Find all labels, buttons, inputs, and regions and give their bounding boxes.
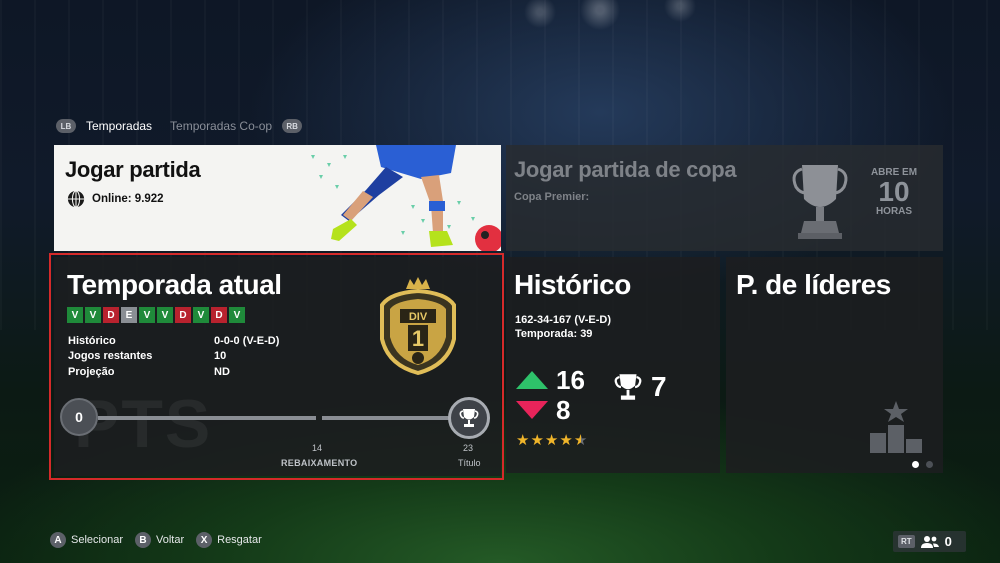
relegation-label: REBAIXAMENTO xyxy=(281,458,358,468)
opens-unit: HORAS xyxy=(875,206,913,217)
a-button-icon: A xyxy=(50,532,66,548)
page-dot xyxy=(926,461,933,468)
rating-stars: ★★★★★ xyxy=(516,431,588,449)
cup-subtitle: Copa Premier: xyxy=(514,191,590,203)
cup-match-title: Jogar partida de copa xyxy=(514,157,737,182)
history-card[interactable]: Histórico 162-34-167 (V-E-D) Temporada: … xyxy=(506,257,720,473)
star-icon: ★ xyxy=(530,432,545,449)
result-badge: D xyxy=(211,307,227,323)
result-badge: V xyxy=(193,307,209,323)
friends-button[interactable]: RT 0 xyxy=(893,531,966,552)
star-icon: ★ xyxy=(559,432,574,449)
result-badge: V xyxy=(67,307,83,323)
stat-value: 10 xyxy=(214,350,227,363)
online-count: Online: 9.922 xyxy=(67,190,164,208)
relegations-count: 8 xyxy=(556,394,571,425)
progress-track xyxy=(322,416,452,420)
rb-button-icon[interactable]: RB xyxy=(282,119,303,133)
progress-track xyxy=(98,416,316,420)
progress-start-marker: 0 xyxy=(60,398,98,436)
division-label: DIV xyxy=(409,311,428,323)
cup-trophy-icon xyxy=(792,165,848,239)
opens-in-countdown: ABRE EM 10 HORAS xyxy=(866,167,922,217)
recent-results: V V D E V V D V D V xyxy=(67,307,245,323)
friends-count: 0 xyxy=(944,534,952,549)
promotion-relegation: 16 8 xyxy=(516,365,585,425)
season-stats: Histórico 0-0-0 (V-E-D) Jogos restantes … xyxy=(68,333,279,380)
cup-match-card[interactable]: Jogar partida de copa Copa Premier: ABRE… xyxy=(506,145,943,251)
result-badge: V xyxy=(229,307,245,323)
button-hints: A Selecionar B Voltar X Resgatar xyxy=(50,532,274,548)
history-seasons: Temporada: 39 xyxy=(515,328,593,340)
promotions-row: 16 xyxy=(516,365,585,395)
result-badge: D xyxy=(175,307,191,323)
x-button-icon: X xyxy=(196,532,213,548)
stat-row-remaining: Jogos restantes 10 xyxy=(68,349,279,365)
page-dot-active xyxy=(912,461,919,468)
half-star-icon: ★ xyxy=(573,432,589,449)
hint-label: Resgatar xyxy=(217,534,262,546)
leaderboard-card[interactable]: P. de líderes xyxy=(726,257,943,473)
tab-bar: LB Temporadas Temporadas Co-op RB xyxy=(56,119,303,133)
result-badge: V xyxy=(85,307,101,323)
play-match-title: Jogar partida xyxy=(65,157,201,182)
title-points: 23 xyxy=(463,443,474,453)
stat-label: Jogos restantes xyxy=(68,350,153,363)
stat-value: 0-0-0 (V-E-D) xyxy=(214,334,280,347)
stat-row-projection: Projeção ND xyxy=(68,364,279,380)
hint-label: Voltar xyxy=(155,534,185,546)
tab-temporadas-coop[interactable]: Temporadas Co-op xyxy=(170,119,272,133)
titles-count-block: 7 xyxy=(611,370,667,404)
stadium-lights xyxy=(0,0,1000,40)
result-badge: V xyxy=(157,307,173,323)
titles-count: 7 xyxy=(651,371,667,402)
division-number: 1 xyxy=(412,326,424,351)
title-trophy-marker xyxy=(448,397,490,439)
trophy-icon xyxy=(614,374,642,400)
podium-icon xyxy=(870,401,922,453)
result-badge: D xyxy=(103,307,119,323)
history-title: Histórico xyxy=(514,269,631,300)
history-record: 162-34-167 (V-E-D) xyxy=(515,314,611,326)
online-label: Online: 9.922 xyxy=(92,193,164,205)
stat-value: ND xyxy=(214,365,230,378)
hint-redeem[interactable]: X Resgatar xyxy=(196,532,262,548)
stat-label: Histórico xyxy=(68,334,116,347)
opens-value: 10 xyxy=(878,176,910,207)
star-icon: ★ xyxy=(516,432,531,449)
b-button-icon: B xyxy=(134,532,151,548)
friends-icon xyxy=(920,535,939,548)
star-icon: ★ xyxy=(544,432,560,449)
current-season-title: Temporada atual xyxy=(67,269,282,300)
title-label: Título xyxy=(458,458,481,468)
lb-button-icon[interactable]: LB xyxy=(56,119,76,133)
tab-temporadas[interactable]: Temporadas xyxy=(86,119,152,133)
result-badge: E xyxy=(121,307,137,323)
hint-label: Selecionar xyxy=(71,534,123,546)
page-indicator xyxy=(912,461,933,468)
arrow-down-icon xyxy=(516,401,548,419)
result-badge: V xyxy=(139,307,155,323)
promotions-count: 16 xyxy=(556,364,585,395)
player-artwork xyxy=(311,145,501,251)
hint-back[interactable]: B Voltar xyxy=(134,532,185,548)
play-match-card[interactable]: Jogar partida Online: 9.922 xyxy=(54,145,501,251)
arrow-up-icon xyxy=(516,371,548,389)
relegation-points: 14 xyxy=(312,443,323,453)
trophy-icon xyxy=(459,409,479,427)
rt-button-icon: RT xyxy=(898,535,915,548)
relegations-row: 8 xyxy=(516,395,585,425)
hint-select[interactable]: A Selecionar xyxy=(50,532,123,548)
history-record-block: 162-34-167 (V-E-D) Temporada: 39 xyxy=(515,313,611,341)
stat-label: Projeção xyxy=(68,365,115,378)
globe-icon xyxy=(67,190,85,208)
current-season-card[interactable]: PTS Temporada atual V V D E V V D V D V … xyxy=(54,257,501,476)
stat-row-record: Histórico 0-0-0 (V-E-D) xyxy=(68,333,279,349)
division-badge-icon: DIV 1 xyxy=(380,277,456,375)
leaderboard-title: P. de líderes xyxy=(736,269,891,300)
